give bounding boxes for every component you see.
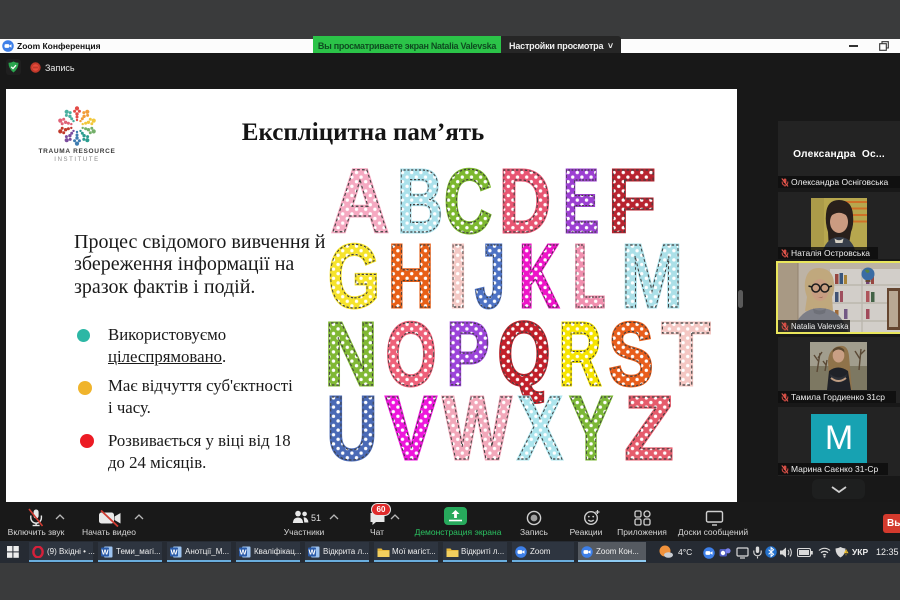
svg-text:X: X	[518, 379, 563, 479]
svg-text:W: W	[101, 548, 109, 557]
svg-text:Y: Y	[570, 379, 613, 479]
svg-text:W: W	[170, 548, 178, 557]
svg-text:Z: Z	[625, 379, 674, 479]
svg-text:W: W	[443, 379, 512, 479]
svg-text:W: W	[239, 548, 247, 557]
svg-text:U: U	[327, 379, 378, 479]
svg-text:W: W	[308, 548, 316, 557]
svg-text:!: !	[846, 550, 847, 554]
svg-text:V: V	[386, 379, 437, 479]
